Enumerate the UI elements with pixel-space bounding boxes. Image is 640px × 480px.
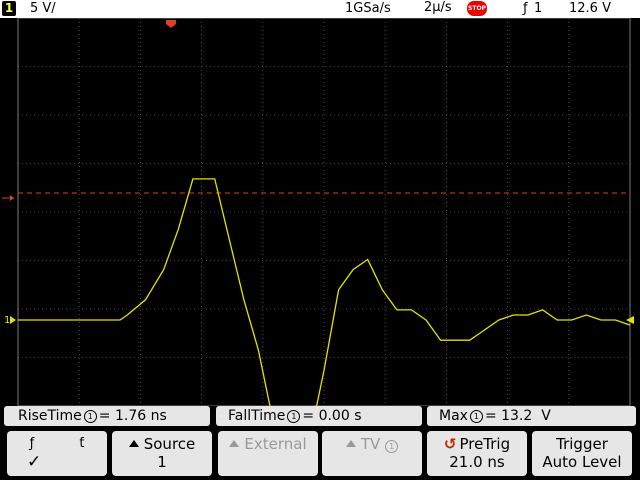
triangle-up-icon [229, 440, 240, 447]
risetime-value: = 1.76 ns [98, 408, 167, 424]
ground-marker[interactable]: 1 [4, 315, 16, 326]
max-value: = 13.2 V [484, 408, 551, 424]
measurement-risetime[interactable]: RiseTime 1 = 1.76 ns [4, 406, 210, 426]
check-icon: ✓ [27, 452, 42, 472]
source-1-icon: 1 [287, 410, 301, 423]
trigger-position-marker[interactable] [166, 20, 176, 28]
falltime-value: = 0.00 s [302, 408, 362, 424]
scope-screen: 1 [2, 18, 634, 406]
rotate-knob-icon: ↺ [443, 435, 457, 453]
source-label: Source [143, 435, 196, 453]
trigger-label: Trigger [556, 435, 608, 453]
tv-label: TV [360, 435, 381, 453]
rising-edge-icon: ƒ [523, 1, 528, 16]
stop-icon[interactable]: STOP [467, 1, 487, 16]
risetime-label: RiseTime [18, 408, 82, 424]
status-bar: 1 5 V/ 1GSa/s 2µ/s STOP ƒ 1 12.6 V [0, 0, 640, 18]
trigger-level-marker[interactable] [2, 195, 14, 201]
pretrig-softkey[interactable]: ↺ PreTrig 21.0 ns [427, 431, 527, 476]
triangle-up-icon [345, 440, 356, 447]
external-label: External [244, 435, 307, 453]
source-1-icon: 1 [385, 440, 399, 453]
pretrig-value: 21.0 ns [449, 453, 505, 471]
rising-edge-icon: ƒ [29, 436, 35, 451]
measurement-falltime[interactable]: FallTime 1 = 0.00 s [216, 406, 422, 426]
source-value: 1 [157, 453, 167, 471]
slope-softkey[interactable]: ƒ ƭ ✓ [7, 431, 107, 476]
graticule [17, 18, 631, 406]
timebase[interactable]: 2µ/s [424, 0, 452, 15]
pretrig-label: PreTrig [459, 435, 511, 453]
waveform-trace [18, 178, 631, 406]
channel-scale[interactable]: 5 V/ [30, 1, 56, 16]
falltime-label: FallTime [228, 408, 286, 424]
triangle-up-icon [128, 440, 139, 447]
measurement-max[interactable]: Max 1 = 13.2 V [427, 406, 636, 426]
trigger-softkey[interactable]: Trigger Auto Level [532, 431, 632, 476]
source-softkey[interactable]: Source 1 [112, 431, 212, 476]
source-1-icon: 1 [469, 410, 483, 423]
max-label: Max [439, 408, 468, 424]
trigger-value: Auto Level [542, 453, 622, 471]
trigger-level[interactable]: 12.6 V [569, 1, 611, 16]
channel-badge[interactable]: 1 [2, 1, 16, 16]
source-1-icon: 1 [83, 410, 97, 423]
tv-softkey[interactable]: TV 1 [322, 431, 422, 476]
sample-rate: 1GSa/s [345, 1, 391, 16]
falling-edge-icon: ƭ [79, 436, 85, 451]
external-softkey[interactable]: External [218, 431, 318, 476]
svg-text:1: 1 [4, 315, 10, 326]
trigger-source: 1 [534, 1, 543, 16]
